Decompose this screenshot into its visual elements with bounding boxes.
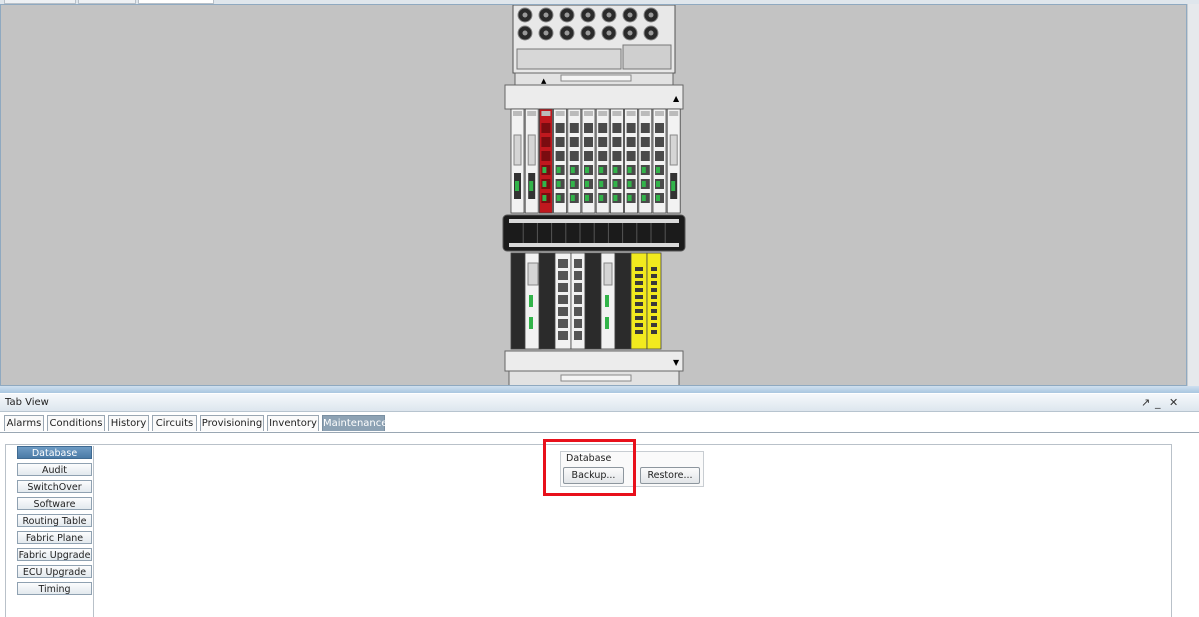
fan-tray[interactable] (512, 5, 676, 74)
tab-view-title: Tab View (5, 397, 49, 408)
line-card (538, 252, 556, 350)
nav-switchover[interactable]: SwitchOver (17, 480, 92, 493)
pane-splitter[interactable] (0, 386, 1199, 393)
tab-provisioning[interactable]: Provisioning (200, 415, 264, 431)
tab-maintenance[interactable]: Maintenance (322, 415, 387, 431)
lower-slot-footer (504, 350, 684, 372)
arrow-up-icon: ▲ (673, 94, 680, 103)
nav-software[interactable]: Software (17, 497, 92, 510)
float-window-icon[interactable]: ↗ (1141, 396, 1150, 410)
tab-conditions[interactable]: Conditions (47, 415, 105, 431)
nav-timing[interactable]: Timing (17, 582, 92, 595)
fiber-routing-tray (502, 214, 686, 252)
node-chassis: ▲ ▲ ▼ (502, 5, 686, 386)
nav-routing-table[interactable]: Routing Table (17, 514, 92, 527)
nav-fabric-plane[interactable]: Fabric Plane (17, 531, 92, 544)
line-card (584, 252, 602, 350)
tab-history[interactable]: History (108, 415, 149, 431)
line-card (510, 252, 526, 350)
nav-database[interactable]: Database (17, 446, 92, 459)
tab-inventory[interactable]: Inventory (267, 415, 319, 431)
ecu-panel[interactable]: ▲ (514, 72, 674, 86)
shelf-scrollbar[interactable] (1187, 4, 1199, 386)
shelf-view-panel: ▲ ▲ ▼ (0, 4, 1187, 386)
nav-fabric-upgrade[interactable]: Fabric Upgrade (17, 548, 92, 561)
nav-audit[interactable]: Audit (17, 463, 92, 476)
nav-ecu-upgrade[interactable]: ECU Upgrade (17, 565, 92, 578)
upper-slot-header (504, 84, 684, 110)
tab-view-panel: Tab View ↗ _ ✕ Alarms Conditions History… (0, 394, 1199, 617)
restore-button[interactable]: Restore... (640, 467, 700, 484)
arrow-down-icon: ▼ (673, 358, 680, 367)
tab-alarms[interactable]: Alarms (4, 415, 44, 431)
maintenance-side-nav: Database Audit SwitchOver Software Routi… (12, 446, 94, 617)
minimize-icon[interactable]: _ (1155, 396, 1161, 410)
database-group-label: Database (566, 453, 612, 464)
close-icon[interactable]: ✕ (1169, 396, 1178, 410)
bottom-ecu-panel[interactable] (508, 370, 680, 386)
backup-button[interactable]: Backup... (563, 467, 624, 484)
tab-view-header: Tab View ↗ _ ✕ (0, 394, 1199, 412)
tab-baseline (0, 432, 1199, 433)
line-card (614, 252, 632, 350)
tab-circuits[interactable]: Circuits (152, 415, 197, 431)
svg-text:▲: ▲ (541, 77, 547, 85)
